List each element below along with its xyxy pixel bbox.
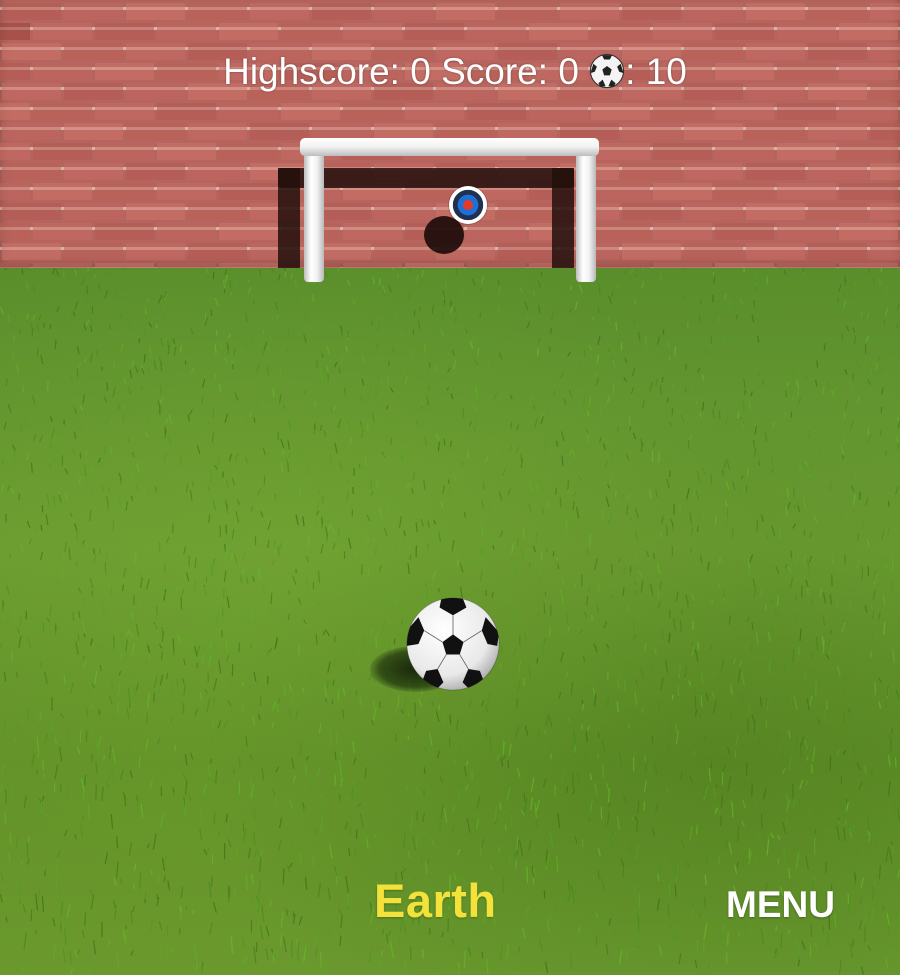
target-icon xyxy=(449,186,487,224)
goal-left-post xyxy=(304,146,324,282)
goal-crossbar xyxy=(300,138,599,156)
balls-remaining-value: 10 xyxy=(645,51,687,92)
goal-right-post xyxy=(576,146,596,282)
goal-shadow xyxy=(552,168,574,268)
soccer-ball[interactable] xyxy=(405,596,501,692)
score-label: Score: xyxy=(441,51,549,92)
score-hud: Highscore: 0 Score: 0 : 10 xyxy=(0,50,900,94)
soccer-ball-icon xyxy=(590,53,625,89)
goal-shadow xyxy=(278,168,300,268)
world-name-label: Earth xyxy=(374,874,497,927)
highscore-label: Highscore: xyxy=(223,51,400,92)
menu-button[interactable]: MENU xyxy=(726,884,835,926)
score-value: 0 xyxy=(558,51,579,92)
highscore-value: 0 xyxy=(410,51,431,92)
balls-separator: : xyxy=(625,51,636,92)
game-scene[interactable]: Highscore: 0 Score: 0 : 10 Earth MENU xyxy=(0,0,900,975)
